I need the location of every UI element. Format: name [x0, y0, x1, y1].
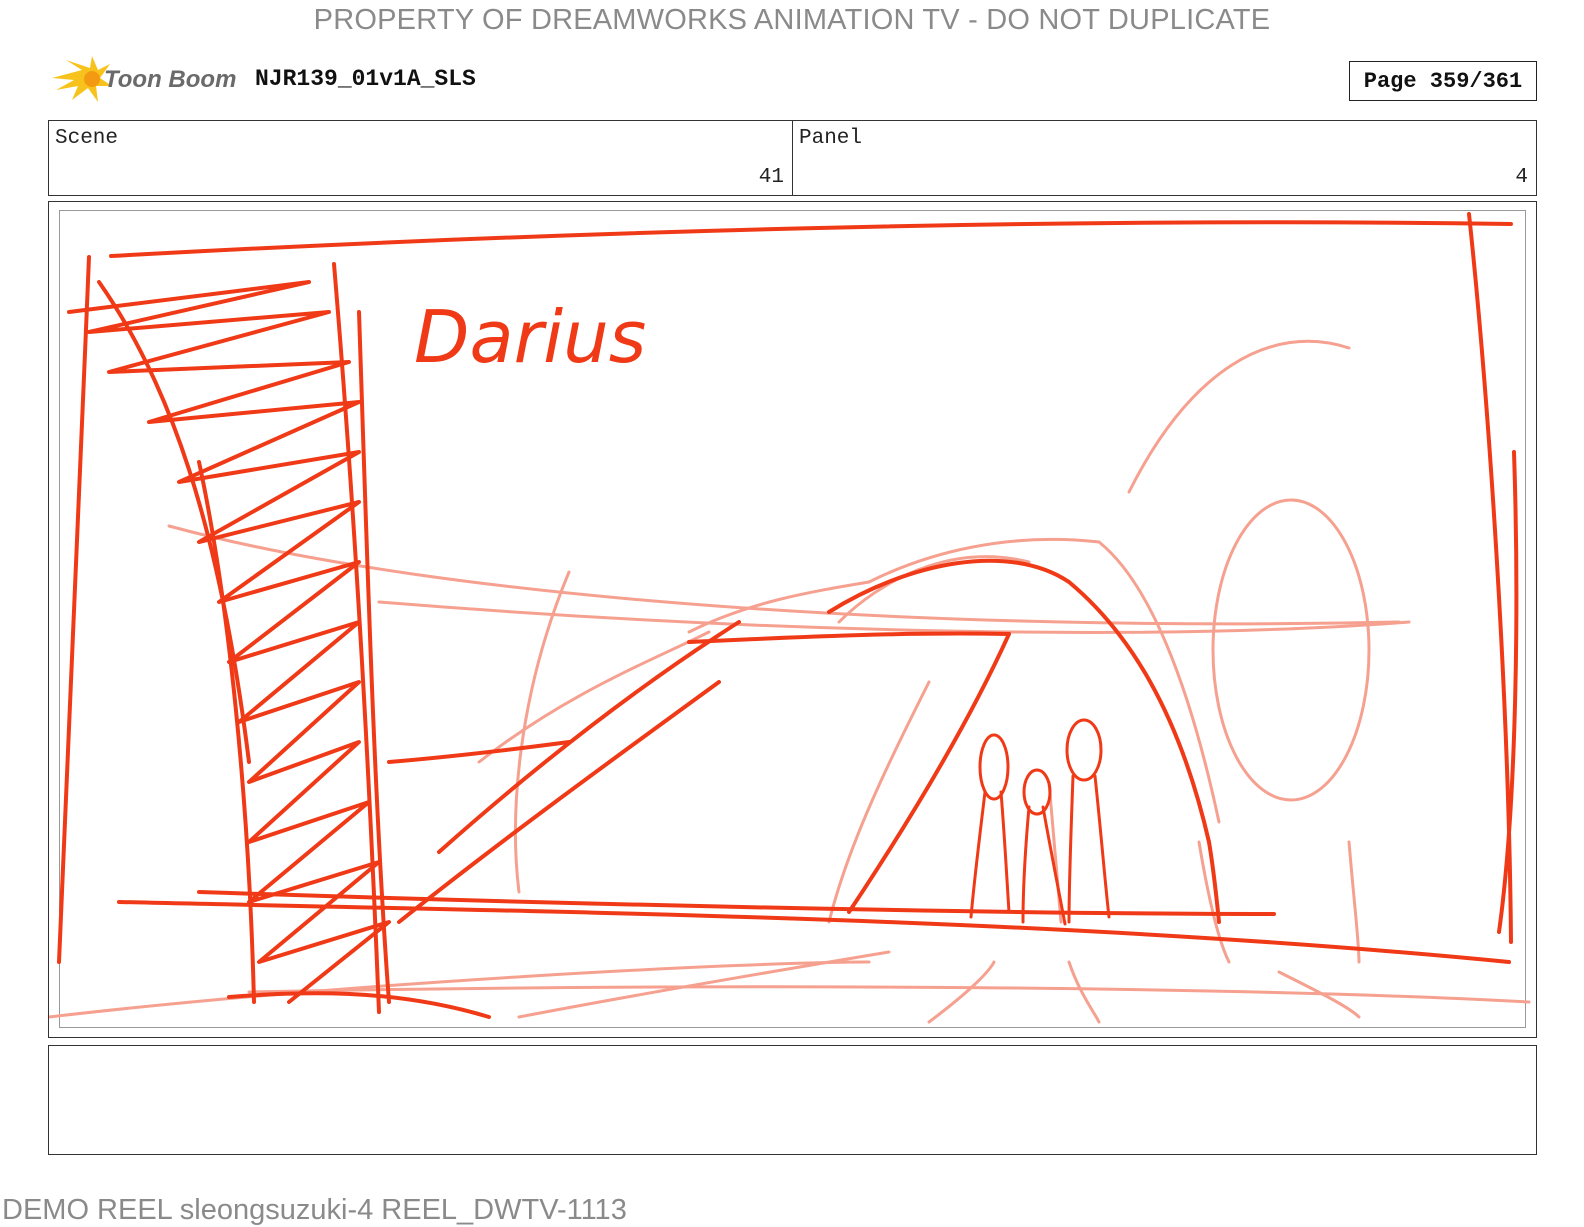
- footer-reel-text: DEMO REEL sleongsuzuki-4 REEL_DWTV-1113: [2, 1194, 627, 1226]
- logo-text: Toon Boom: [104, 66, 237, 93]
- scene-label: Scene: [55, 127, 119, 150]
- figures: [969, 718, 1111, 926]
- storyboard-panel: Darius: [48, 201, 1537, 1038]
- watermark-text: PROPERTY OF DREAMWORKS ANIMATION TV - DO…: [313, 4, 1271, 36]
- bold-sketch-lines: [57, 212, 1519, 1019]
- document-id: NJR139_01v1A_SLS: [255, 66, 476, 92]
- panel-notes-box[interactable]: [48, 1045, 1537, 1155]
- page-indicator: Page 359/361: [1349, 61, 1537, 101]
- panel-label: Panel: [799, 127, 863, 150]
- scene-cell: Scene 41: [49, 121, 792, 195]
- panel-number: 4: [1515, 166, 1528, 189]
- character-name-annotation: Darius: [414, 295, 646, 379]
- scene-number: 41: [758, 166, 784, 189]
- storyboard-sketch: Darius: [49, 212, 1531, 1024]
- scene-panel-info: Scene 41 Panel 4: [48, 120, 1537, 196]
- panel-cell: Panel 4: [792, 121, 1536, 195]
